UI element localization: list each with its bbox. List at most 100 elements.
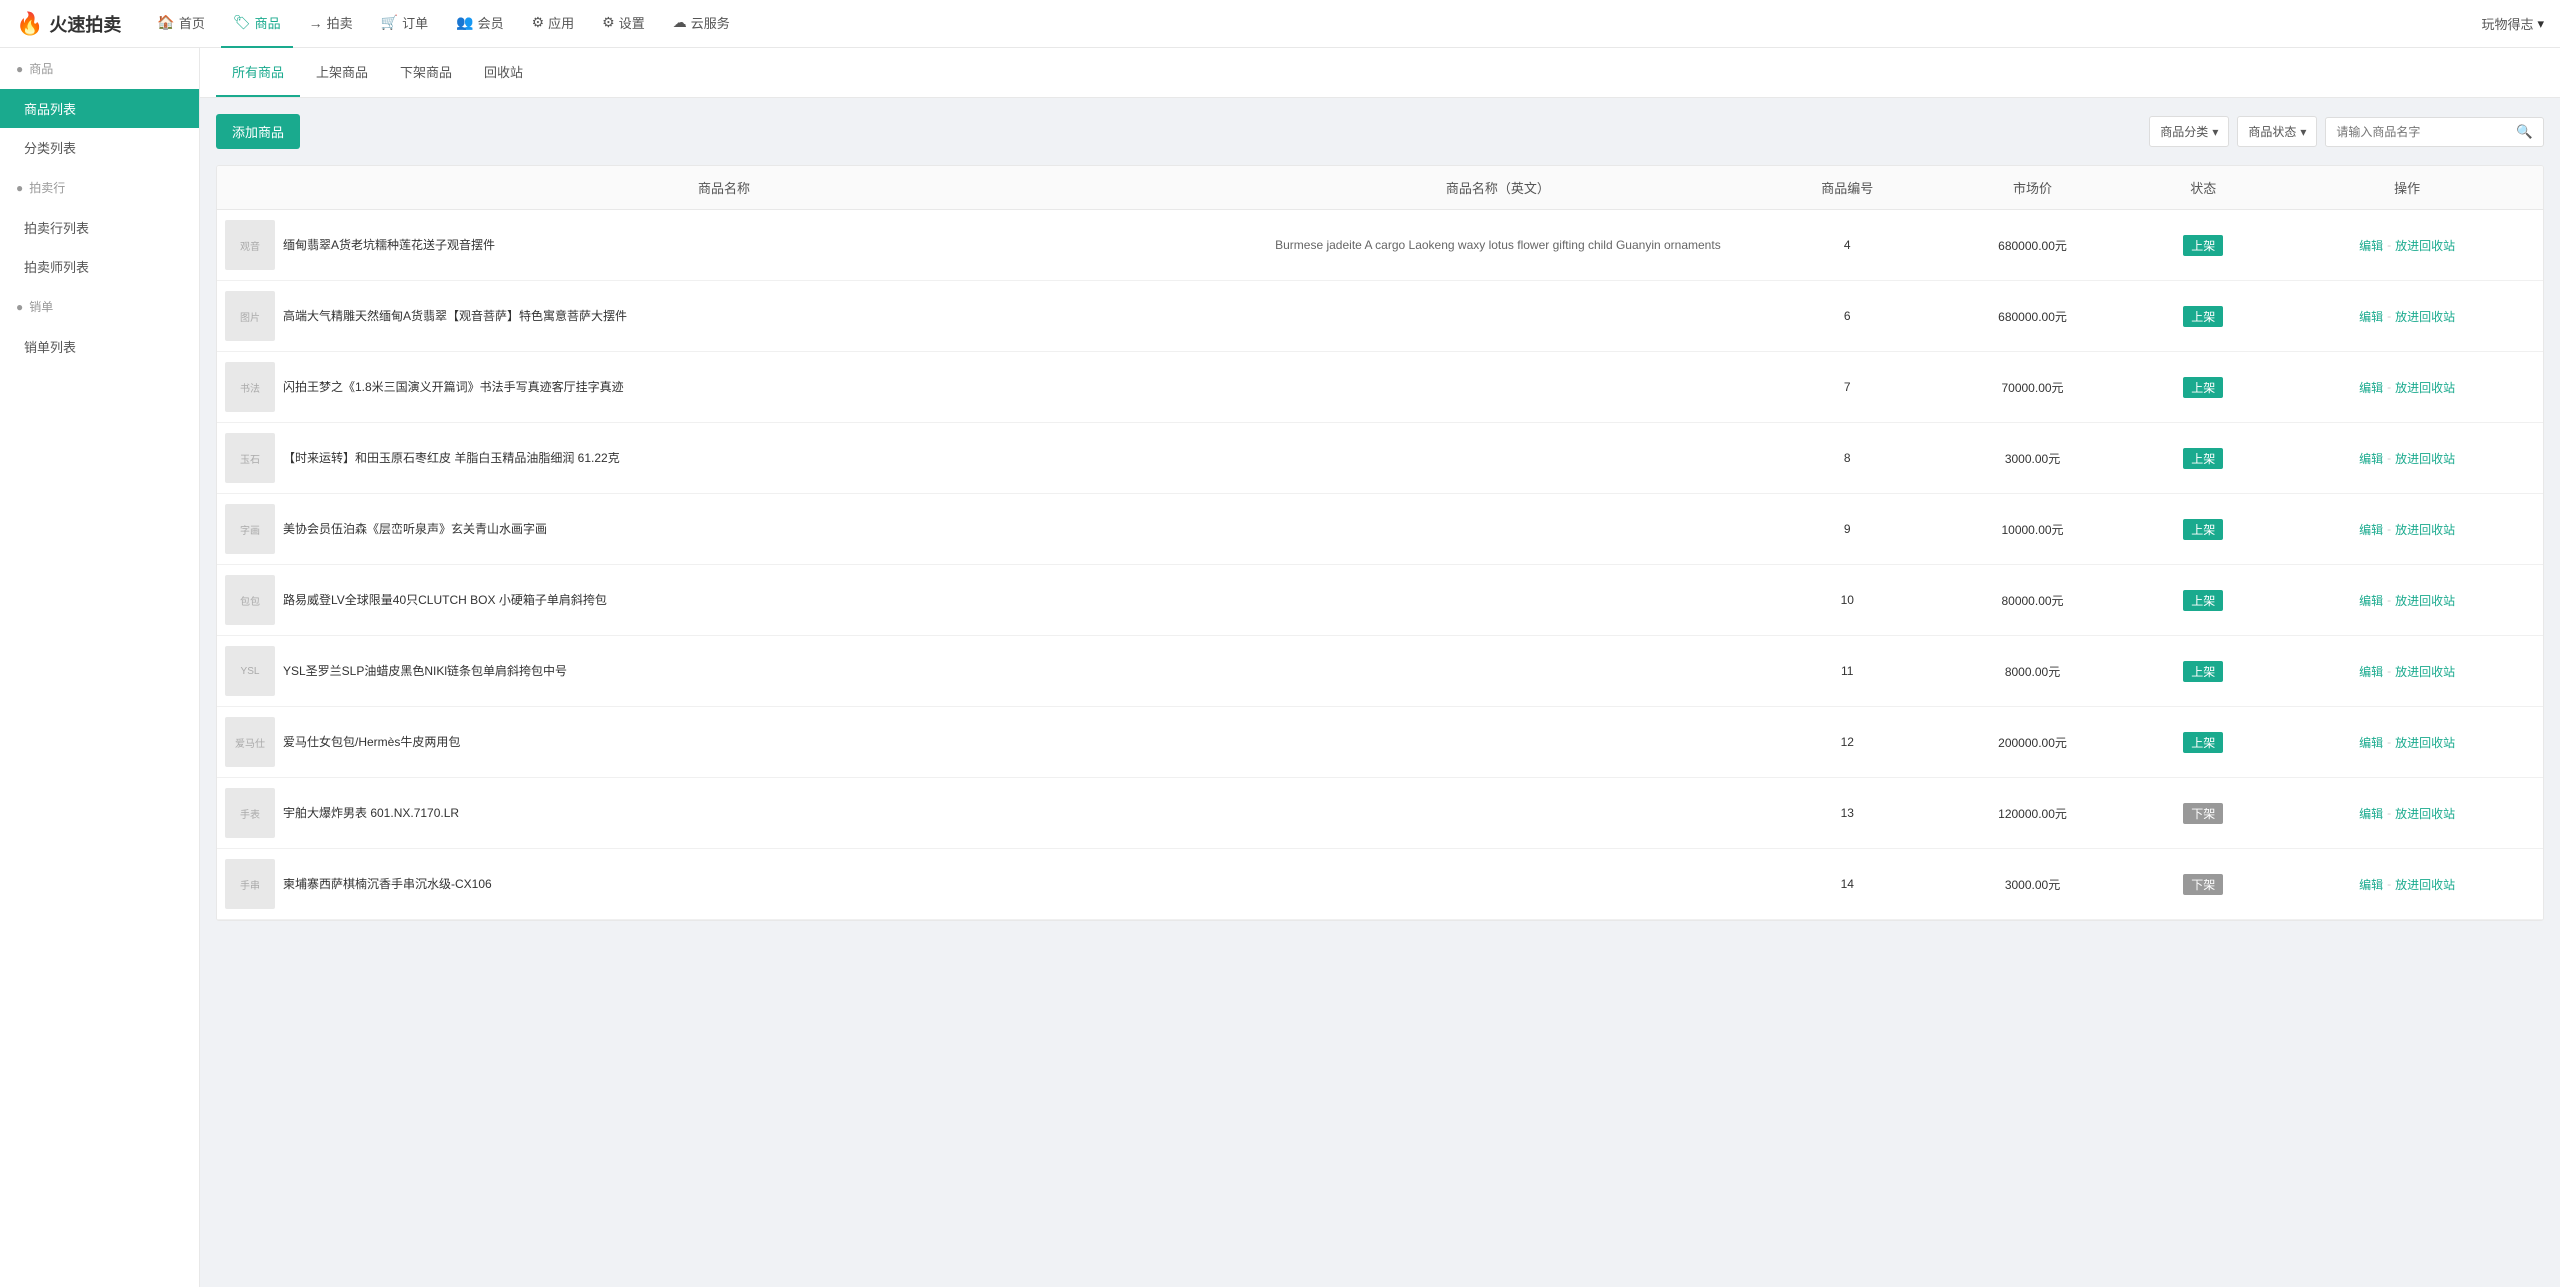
tab-offline[interactable]: 下架商品 [384,48,468,97]
edit-link-5[interactable]: 编辑 [2359,592,2383,609]
product-name-cell-7: 爱马仕 爱马仕女包包/Hermès牛皮两用包 [217,707,1231,778]
product-name-text-1: 高端大气精雕天然缅甸A货翡翠【观音菩萨】特色寓意菩萨大摆件 [283,307,627,325]
product-price-9: 3000.00元 [1930,849,2136,920]
product-cell-1: 图片 高端大气精雕天然缅甸A货翡翠【观音菩萨】特色寓意菩萨大摆件 [225,291,1223,341]
recycle-link-0[interactable]: 放进回收站 [2395,237,2455,254]
product-image-8: 手表 [225,788,275,838]
product-actions-3: 编辑 - 放进回收站 [2271,423,2543,494]
product-code-0: 4 [1765,210,1930,281]
recycle-link-3[interactable]: 放进回收站 [2395,450,2455,467]
action-links-7: 编辑 - 放进回收站 [2279,734,2535,751]
recycle-link-4[interactable]: 放进回收站 [2395,521,2455,538]
edit-link-3[interactable]: 编辑 [2359,450,2383,467]
settings-nav-icon: ⚙ [602,14,615,31]
status-badge-2: 上架 [2183,377,2223,398]
product-name-en-9 [1231,849,1765,920]
action-sep-1: - [2387,309,2391,323]
product-image-3: 玉石 [225,433,275,483]
action-sep-0: - [2387,238,2391,252]
product-name-en-0: Burmese jadeite A cargo Laokeng waxy lot… [1231,210,1765,281]
edit-link-0[interactable]: 编辑 [2359,237,2383,254]
product-status-3: 上架 [2135,423,2271,494]
edit-link-4[interactable]: 编辑 [2359,521,2383,538]
edit-link-9[interactable]: 编辑 [2359,876,2383,893]
product-actions-4: 编辑 - 放进回收站 [2271,494,2543,565]
tab-online[interactable]: 上架商品 [300,48,384,97]
action-sep-8: - [2387,806,2391,820]
nav-item-order[interactable]: 🛒订单 [369,0,440,48]
recycle-link-2[interactable]: 放进回收站 [2395,379,2455,396]
recycle-link-7[interactable]: 放进回收站 [2395,734,2455,751]
edit-link-6[interactable]: 编辑 [2359,663,2383,680]
tab-all[interactable]: 所有商品 [216,48,300,97]
edit-link-8[interactable]: 编辑 [2359,805,2383,822]
nav-item-product[interactable]: 🏷商品 [221,0,293,48]
product-name-en-4 [1231,494,1765,565]
action-sep-5: - [2387,593,2391,607]
nav-item-member[interactable]: 👥会员 [444,0,515,48]
nav-item-home[interactable]: 🏠首页 [145,0,216,48]
recycle-link-9[interactable]: 放进回收站 [2395,876,2455,893]
product-status-8: 下架 [2135,778,2271,849]
col-header-4: 状态 [2135,166,2271,210]
product-image-5: 包包 [225,575,275,625]
category-select[interactable]: 商品分类 ▾ [2149,116,2229,147]
product-name-cell-9: 手串 柬埔寨西萨棋楠沉香手串沉水级-CX106 [217,849,1231,920]
product-status-6: 上架 [2135,636,2271,707]
nav-item-cloud[interactable]: ☁云服务 [661,0,742,48]
product-cell-9: 手串 柬埔寨西萨棋楠沉香手串沉水级-CX106 [225,859,1223,909]
order-nav-icon: 🛒 [381,14,398,31]
search-input[interactable] [2326,119,2506,145]
product-name-text-3: 【时来运转】和田玉原石枣红皮 羊脂白玉精品油脂细润 61.22克 [283,449,620,467]
status-badge-3: 上架 [2183,448,2223,469]
nav-item-auction[interactable]: →拍卖 [297,0,365,48]
toolbar: 添加商品 商品分类 ▾ 商品状态 ▾ 🔍 [216,114,2544,149]
status-select[interactable]: 商品状态 ▾ [2237,116,2317,147]
product-image-9: 手串 [225,859,275,909]
home-nav-icon: 🏠 [157,14,174,31]
edit-link-2[interactable]: 编辑 [2359,379,2383,396]
edit-link-1[interactable]: 编辑 [2359,308,2383,325]
tab-recycle[interactable]: 回收站 [468,48,539,97]
sidebar-item-order-list[interactable]: 销单列表 [0,327,199,366]
add-product-button[interactable]: 添加商品 [216,114,300,149]
nav-item-app[interactable]: ⚙应用 [520,0,587,48]
product-name-cell-1: 图片 高端大气精雕天然缅甸A货翡翠【观音菩萨】特色寓意菩萨大摆件 [217,281,1231,352]
app-nav-icon: ⚙ [532,14,545,31]
app-logo[interactable]: 🔥 火速拍卖 [16,11,121,37]
search-button[interactable]: 🔍 [2506,118,2543,146]
action-sep-9: - [2387,877,2391,891]
edit-link-7[interactable]: 编辑 [2359,734,2383,751]
table-body: 观音 缅甸翡翠A货老坑糯种莲花送子观音摆件 Burmese jadeite A … [217,210,2543,920]
table-row: 观音 缅甸翡翠A货老坑糯种莲花送子观音摆件 Burmese jadeite A … [217,210,2543,281]
sidebar-item-auctioneer-list[interactable]: 拍卖师列表 [0,247,199,286]
recycle-link-8[interactable]: 放进回收站 [2395,805,2455,822]
sidebar-item-product-list[interactable]: 商品列表 [0,89,199,128]
product-name-en-3 [1231,423,1765,494]
nav-right-button[interactable]: 玩物得志 [2481,14,2533,33]
recycle-link-1[interactable]: 放进回收站 [2395,308,2455,325]
product-actions-5: 编辑 - 放进回收站 [2271,565,2543,636]
product-image-7: 爱马仕 [225,717,275,767]
search-icon: 🔍 [2516,124,2533,139]
nav-item-settings[interactable]: ⚙设置 [590,0,657,48]
product-name-en-8 [1231,778,1765,849]
product-price-7: 200000.00元 [1930,707,2136,778]
table-row: 玉石 【时来运转】和田玉原石枣红皮 羊脂白玉精品油脂细润 61.22克 8300… [217,423,2543,494]
order-nav-label: 订单 [402,13,428,32]
product-name-cell-6: YSL YSL圣罗兰SLP油蜡皮黑色NIKl链条包单肩斜挎包中号 [217,636,1231,707]
action-sep-7: - [2387,735,2391,749]
product-price-8: 120000.00元 [1930,778,2136,849]
sidebar-item-category-list[interactable]: 分类列表 [0,128,199,167]
product-status-9: 下架 [2135,849,2271,920]
product-name-cell-5: 包包 路易威登LV全球限量40只CLUTCH BOX 小硬箱子单肩斜挎包 [217,565,1231,636]
sidebar-item-auction-list[interactable]: 拍卖行列表 [0,208,199,247]
app-nav-label: 应用 [548,13,574,32]
product-cell-2: 书法 闪拍王梦之《1.8米三国演义开篇词》书法手写真迹客厅挂字真迹 [225,362,1223,412]
nav-dropdown-icon[interactable]: ▾ [2537,16,2544,32]
product-price-2: 70000.00元 [1930,352,2136,423]
status-badge-7: 上架 [2183,732,2223,753]
recycle-link-5[interactable]: 放进回收站 [2395,592,2455,609]
product-actions-9: 编辑 - 放进回收站 [2271,849,2543,920]
recycle-link-6[interactable]: 放进回收站 [2395,663,2455,680]
